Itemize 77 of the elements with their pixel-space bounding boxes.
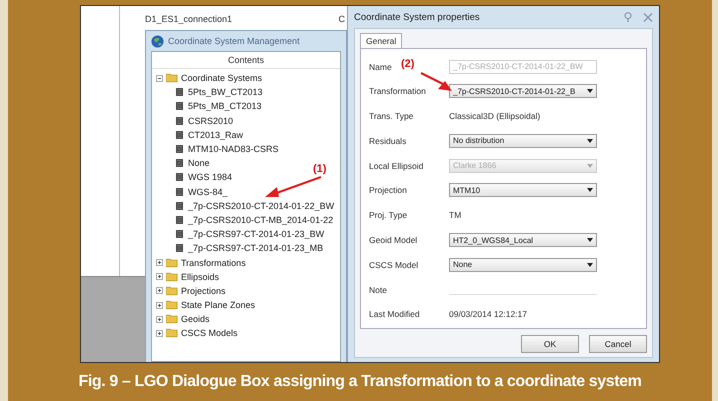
expander-icon[interactable]	[156, 302, 163, 309]
tree-item[interactable]: WGS 1984	[188, 172, 232, 182]
document-icon	[176, 173, 183, 182]
globe-icon	[151, 34, 164, 48]
tree-item[interactable]: _7p-CSRS2010-CT-MB_2014-01-22	[188, 214, 334, 225]
callout-arrow	[263, 175, 323, 199]
field-label: Proj. Type	[369, 210, 408, 220]
field-label: Note	[369, 284, 387, 295]
field-label: Trans. Type	[369, 111, 414, 122]
expander-icon[interactable]	[156, 259, 163, 266]
tree-item[interactable]: State Plane Zones	[181, 300, 256, 310]
tree-item[interactable]: MTM10-NAD83-CSRS	[188, 144, 279, 154]
document-icon	[176, 202, 183, 210]
tree-item[interactable]: _7p-CSRS97-CT-2014-01-23_BW	[188, 229, 324, 240]
tree-item[interactable]: CSRS2010	[188, 116, 234, 126]
dropdown[interactable]: MTM10	[449, 183, 597, 198]
document-icon	[176, 159, 183, 168]
document-icon	[176, 116, 183, 125]
tree-item[interactable]: _7p-CSRS97-CT-2014-01-23_MB	[188, 243, 324, 254]
folder-icon	[166, 73, 178, 84]
document-icon	[176, 130, 183, 139]
field-label: Last Modified	[369, 309, 420, 320]
callout-label: (1)	[313, 163, 326, 175]
cancel-button[interactable]: Cancel	[589, 335, 647, 353]
ok-button[interactable]: OK	[521, 335, 579, 353]
window-title: Coordinate System Management	[168, 36, 300, 46]
tree-item[interactable]: 5Pts_MB_CT2013	[188, 101, 262, 112]
expander-icon[interactable]	[156, 74, 163, 82]
dropdown[interactable]: _7p-CSRS2010-CT-2014-01-22_B	[449, 84, 597, 98]
tree-item[interactable]: WGS-84_	[188, 186, 228, 197]
window-title: Coordinate System properties	[354, 12, 481, 22]
tree-item[interactable]: None	[188, 158, 210, 168]
expander-icon[interactable]	[156, 273, 163, 280]
document-icon	[176, 230, 183, 238]
field-label: Local Ellipsoid	[369, 160, 424, 171]
folder-icon	[166, 258, 178, 268]
tree-item[interactable]: Ellipsoids	[181, 272, 220, 282]
tree-item[interactable]: Geoids	[181, 314, 210, 324]
tree-item[interactable]: Projections	[181, 286, 226, 296]
document-title: D1_ES1_connection1	[145, 14, 232, 24]
dropdown[interactable]: HT2_0_WGS84_Local	[449, 233, 597, 248]
tree-item[interactable]: 5Pts_BW_CT2013	[188, 87, 263, 98]
field-value: TM	[449, 210, 462, 220]
document-icon	[176, 102, 183, 110]
field-label: Projection	[369, 185, 407, 196]
column-header: Contents	[152, 52, 340, 69]
document-icon	[176, 145, 183, 154]
folder-icon	[166, 300, 178, 310]
document-icon	[176, 244, 183, 252]
tree-item[interactable]: CSCS Models	[181, 328, 238, 338]
tree-item[interactable]: _7p-CSRS2010-CT-2014-01-22_BW	[188, 200, 334, 211]
callout-label: (2)	[401, 58, 414, 70]
folder-icon	[166, 328, 178, 338]
expander-icon[interactable]	[156, 330, 163, 337]
tree-item[interactable]: Transformations	[181, 258, 246, 268]
dropdown[interactable]: None	[449, 258, 597, 272]
expander-icon[interactable]	[156, 287, 163, 294]
document-icon	[176, 88, 183, 96]
field-value: Classical3D (Ellipsoidal)	[449, 111, 540, 122]
folder-icon	[166, 314, 178, 324]
document-icon	[176, 188, 183, 196]
tree-item[interactable]: Coordinate Systems	[181, 73, 262, 84]
field-label: CSCS Model	[369, 260, 418, 270]
field-label: Transformation	[369, 86, 426, 96]
general-tab[interactable]: General	[360, 33, 402, 48]
document-icon	[176, 216, 183, 224]
figure-caption: Fig. 9 – LGO Dialogue Box assigning a Transformation to a coordinate system	[77, 372, 642, 391]
document-title: C	[338, 14, 345, 24]
dropdown[interactable]: No distribution	[449, 134, 597, 148]
expander-icon[interactable]	[156, 316, 163, 323]
field-label: Residuals	[369, 136, 406, 146]
field-label: Name	[369, 62, 392, 72]
field-label: Geoid Model	[369, 235, 418, 246]
folder-icon	[166, 286, 178, 296]
tree-item[interactable]: CT2013_Raw	[188, 130, 244, 140]
field-value: 09/03/2014 12:12:17	[449, 309, 527, 320]
folder-icon	[166, 272, 178, 282]
